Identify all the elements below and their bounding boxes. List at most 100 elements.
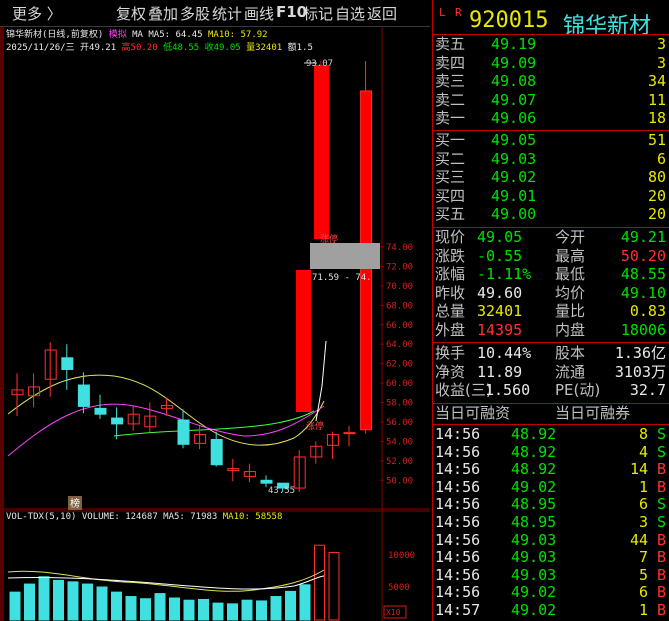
overlay-button[interactable]: 叠加 — [148, 3, 178, 24]
more-button[interactable]: 更多 〉 — [12, 3, 62, 24]
tick-row[interactable]: 14:56 48.92 4 S — [433, 442, 669, 461]
bid-row[interactable]: 买四 49.01 20 — [433, 188, 669, 204]
quote-stat-row[interactable]: 现价 49.05 今开 49.21 — [433, 230, 669, 245]
candle[interactable] — [127, 405, 140, 431]
volume-bar — [212, 602, 224, 621]
volume-bar — [111, 591, 122, 621]
bid-row[interactable]: 买三 49.02 80 — [433, 170, 669, 185]
tick-row[interactable]: 14:56 49.03 5 B — [433, 565, 669, 584]
stat-value-left: 49.60 — [477, 283, 523, 302]
stat-label-right: 最低 — [555, 265, 586, 283]
ask-label: 卖三 — [435, 72, 466, 90]
quote-stat-row[interactable]: 涨跌 -0.55 最高 50.20 — [433, 248, 669, 264]
candle[interactable] — [343, 425, 356, 447]
candle-body — [210, 438, 223, 466]
ask-label: 卖二 — [435, 90, 466, 109]
volume-bar — [169, 597, 180, 621]
candle[interactable] — [111, 407, 124, 440]
ask-row[interactable]: 卖三 49.08 34 — [433, 74, 669, 89]
candle[interactable] — [293, 450, 306, 492]
price-axis-label: 74.00 — [386, 243, 413, 253]
candle[interactable] — [243, 463, 256, 483]
quote-stat-row[interactable]: 总量 32401 量比 0.83 — [433, 304, 669, 319]
draw-line-button[interactable]: 画线 — [244, 3, 274, 24]
quote-stat-row[interactable]: 涨幅 -1.11% 最低 48.55 — [433, 267, 669, 282]
stat-label-left: 外盘 — [435, 320, 466, 339]
stat-label-left: 现价 — [435, 228, 466, 246]
candle[interactable] — [61, 344, 74, 390]
bang-badge-label: 榜 — [70, 497, 80, 510]
candle-body — [77, 384, 90, 407]
margin-short-label[interactable]: 当日可融券 — [555, 406, 630, 421]
margin-row: 当日可融资 当日可融券 — [433, 406, 669, 421]
candle[interactable] — [310, 441, 323, 464]
fuquan-button[interactable]: 复权 — [116, 3, 146, 24]
bid-row[interactable]: 买五 49.00 20 — [433, 207, 669, 222]
stat-label-left: 昨收 — [435, 283, 466, 302]
tick-time: 14:56 — [435, 495, 481, 514]
volume-bar — [53, 579, 64, 621]
bid-row[interactable]: 买二 49.03 6 — [433, 151, 669, 167]
ask-row[interactable]: 卖二 49.07 11 — [433, 90, 669, 109]
candle[interactable] — [210, 431, 223, 467]
tick-row[interactable]: 14:56 48.95 3 S — [433, 515, 669, 530]
tick-row[interactable]: 14:56 48.92 8 S — [433, 427, 669, 442]
tick-row[interactable]: 14:56 49.03 7 B — [433, 550, 669, 565]
tick-row[interactable]: 14:56 49.03 44 B — [433, 532, 669, 548]
candle[interactable] — [144, 402, 157, 433]
tick-row[interactable]: 14:56 48.95 6 S — [433, 497, 669, 512]
tick-row[interactable]: 14:57 49.02 1 B — [433, 603, 669, 618]
fund-value-left: 11.89 — [477, 362, 523, 381]
volume-bar — [9, 591, 21, 621]
price-axis-label: 62.00 — [386, 360, 413, 370]
volume-bar — [125, 596, 137, 621]
l-mark[interactable]: L — [439, 6, 446, 19]
ask-row[interactable]: 卖五 49.19 3 — [433, 37, 669, 52]
volume-bar — [67, 581, 79, 621]
candle[interactable] — [28, 373, 41, 408]
stat-value-left: 14395 — [477, 320, 523, 339]
stat-value-left: -1.11% — [477, 265, 532, 283]
ask-volume: 3 — [656, 53, 666, 72]
tick-volume: 4 — [638, 442, 648, 461]
candle[interactable] — [227, 458, 240, 482]
ask-row[interactable]: 卖四 49.09 3 — [433, 53, 669, 72]
stat-value-right: 18006 — [620, 320, 666, 339]
candle[interactable] — [94, 394, 107, 420]
ask-price: 49.07 — [491, 90, 537, 109]
watchlist-button[interactable]: 自选 — [335, 3, 365, 24]
r-mark[interactable]: R — [455, 6, 462, 19]
tick-time: 14:56 — [435, 548, 481, 567]
tick-volume: 5 — [638, 565, 648, 584]
candle-body — [61, 357, 74, 370]
tick-volume: 1 — [638, 601, 648, 619]
tick-time: 14:56 — [435, 477, 481, 496]
candle[interactable] — [177, 409, 190, 449]
tick-row[interactable]: 14:56 48.92 14 B — [433, 462, 669, 477]
volume-chart[interactable]: 10000 5000 X10 — [4, 510, 430, 621]
quote-stat-row[interactable]: 外盘 14395 内盘 18006 — [433, 320, 669, 339]
tick-row[interactable]: 14:56 49.02 1 B — [433, 477, 669, 496]
volume-bar — [198, 598, 209, 621]
quote-stat-row[interactable]: 昨收 49.60 均价 49.10 — [433, 283, 669, 302]
ma-line-white — [315, 340, 327, 422]
price-chart[interactable]: 93.07 43.55 71.59 - 74. 涨停 涨停 榜 74.00 72.… — [4, 26, 430, 510]
back-button[interactable]: 返回 — [367, 3, 397, 24]
price-axis-label: 56.00 — [386, 418, 413, 428]
tick-volume: 8 — [638, 425, 648, 443]
multi-stock-button[interactable]: 多股 — [180, 3, 210, 24]
ask-row[interactable]: 卖一 49.06 18 — [433, 111, 669, 126]
vol-axis-label-5000: 5000 — [388, 583, 410, 593]
candle[interactable] — [77, 372, 90, 414]
price-axis-label: 52.00 — [386, 457, 413, 467]
fundamental-row[interactable]: 收益(三) 1.560 PE(动) 32.7 — [433, 383, 669, 398]
mark-button[interactable]: 标记 — [303, 3, 333, 24]
fundamental-row[interactable]: 净资 11.89 流通 3103万 — [433, 362, 669, 381]
limit-up-tag-2: 涨停 — [306, 420, 324, 432]
stats-button[interactable]: 统计 — [212, 3, 242, 24]
fundamental-row[interactable]: 换手 10.44% 股本 1.36亿 — [433, 346, 669, 361]
bid-row[interactable]: 买一 49.05 51 — [433, 133, 669, 148]
margin-financing-label[interactable]: 当日可融资 — [435, 406, 510, 421]
tick-row[interactable]: 14:56 49.02 6 B — [433, 585, 669, 600]
candle[interactable] — [326, 431, 339, 459]
